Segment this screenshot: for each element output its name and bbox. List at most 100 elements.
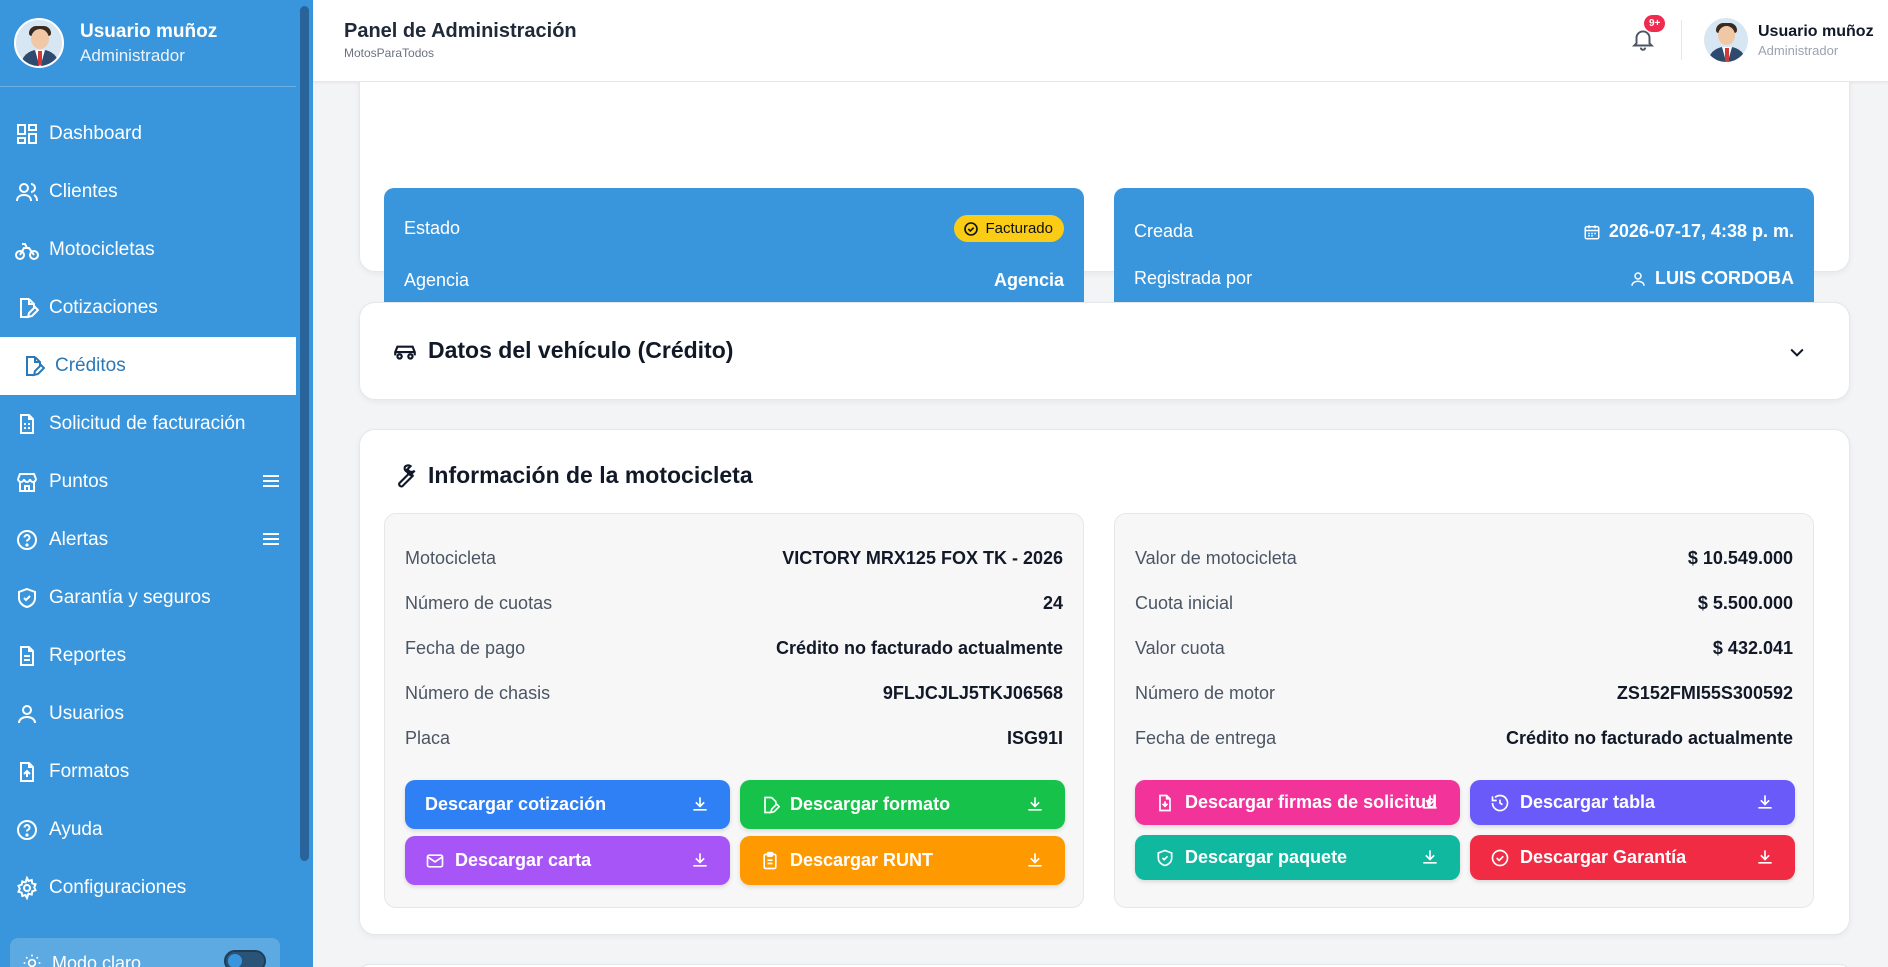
button-label: Descargar cotización bbox=[425, 794, 607, 814]
wrench-icon bbox=[392, 463, 418, 489]
sidebar-item-label: Clientes bbox=[49, 181, 118, 202]
moto-kv-row: Motocicleta VICTORY MRX125 FOX TK - 2026 bbox=[405, 548, 1063, 569]
download-runt-button[interactable]: Descargar RUNT bbox=[740, 836, 1065, 885]
check-circle-icon bbox=[963, 221, 979, 237]
sidebar-item-solicitud-facturacion[interactable]: Solicitud de facturación bbox=[0, 395, 296, 453]
header-avatar[interactable] bbox=[1702, 16, 1750, 64]
button-label: Descargar firmas de solicitud bbox=[1185, 792, 1438, 812]
dashboard-icon bbox=[14, 121, 40, 147]
sidebar-item-label: Cotizaciones bbox=[49, 297, 158, 318]
kv-value: 9FLJCJLJ5TKJ06568 bbox=[882, 683, 1063, 703]
sidebar-user-role: Administrador bbox=[80, 45, 185, 65]
sidebar-item-ayuda[interactable]: Ayuda bbox=[0, 801, 296, 859]
sidebar-item-label: Formatos bbox=[49, 761, 130, 782]
moto-kv-row: Valor de motocicleta $ 10.549.000 bbox=[1135, 548, 1793, 569]
theme-toggle-row[interactable]: Modo claro bbox=[10, 938, 280, 967]
vehicle-section[interactable]: Datos del vehículo (Crédito) bbox=[359, 302, 1850, 400]
download-icon bbox=[1755, 792, 1775, 812]
bike-icon bbox=[14, 237, 40, 263]
sidebar-item-puntos[interactable]: Puntos bbox=[0, 453, 296, 511]
notification-badge: 9+ bbox=[1644, 15, 1666, 32]
sidebar-item-label: Usuarios bbox=[49, 703, 124, 724]
registrada-value: LUIS CORDOBA bbox=[1655, 268, 1794, 288]
creada-label: Creada bbox=[1134, 221, 1194, 241]
sidebar-item-reportes[interactable]: Reportes bbox=[0, 627, 296, 685]
download-carta-button[interactable]: Descargar carta bbox=[405, 836, 730, 885]
kv-label: Placa bbox=[405, 728, 451, 748]
download-icon bbox=[690, 850, 710, 870]
sidebar-scrollbar[interactable] bbox=[300, 6, 309, 861]
button-label: Descargar RUNT bbox=[790, 850, 934, 870]
download-garantia-button[interactable]: Descargar Garantía bbox=[1470, 835, 1795, 880]
sidebar-item-label: Solicitud de facturación bbox=[49, 413, 246, 434]
file-signature-icon bbox=[1155, 793, 1175, 813]
file-upload-icon bbox=[14, 759, 40, 785]
sidebar-item-label: Ayuda bbox=[49, 819, 103, 840]
menu-icon[interactable] bbox=[262, 472, 280, 496]
download-icon bbox=[1025, 850, 1045, 870]
sidebar: Usuario muñoz Administrador Dashboard Cl… bbox=[0, 0, 313, 967]
sidebar-item-cotizaciones[interactable]: Cotizaciones bbox=[0, 279, 296, 337]
sidebar-item-configuraciones[interactable]: Configuraciones bbox=[0, 859, 296, 917]
moto-kv-row: Fecha de pago Crédito no facturado actual… bbox=[405, 638, 1063, 659]
history-icon bbox=[1490, 793, 1510, 813]
vehicle-section-header[interactable]: Datos del vehículo (Crédito) bbox=[392, 337, 733, 364]
help-circle-icon bbox=[14, 527, 40, 553]
kv-label: Motocicleta bbox=[405, 548, 497, 568]
download-cotizacion-button[interactable]: Descargar cotización bbox=[405, 780, 730, 829]
sidebar-item-dashboard[interactable]: Dashboard bbox=[0, 105, 296, 163]
sidebar-item-label: Reportes bbox=[49, 645, 127, 666]
download-icon bbox=[1025, 794, 1045, 814]
file-edit-icon bbox=[14, 295, 40, 321]
kv-value: VICTORY MRX125 FOX TK - 2026 bbox=[782, 548, 1063, 568]
header-divider bbox=[1681, 20, 1682, 60]
theme-label: Modo claro bbox=[52, 952, 142, 967]
sidebar-item-clientes[interactable]: Clientes bbox=[0, 163, 296, 221]
download-firmas-button[interactable]: Descargar firmas de solicitud bbox=[1135, 780, 1460, 825]
download-icon bbox=[1420, 792, 1440, 812]
sidebar-item-garantia[interactable]: Garantía y seguros bbox=[0, 569, 296, 627]
kv-label: Fecha de entrega bbox=[1135, 728, 1277, 748]
menu-icon[interactable] bbox=[262, 530, 280, 554]
kv-label: Cuota inicial bbox=[1135, 593, 1234, 613]
kv-label: Valor de motocicleta bbox=[1135, 548, 1297, 568]
theme-toggle[interactable] bbox=[224, 950, 266, 967]
kv-value: 24 bbox=[1042, 593, 1063, 613]
registrada-label: Registrada por bbox=[1134, 268, 1253, 288]
sidebar-item-formatos[interactable]: Formatos bbox=[0, 743, 296, 801]
page-title: Panel de Administración bbox=[344, 20, 577, 42]
status-badge: Facturado bbox=[954, 215, 1064, 242]
moto-info-section: Información de la motocicleta Motociclet… bbox=[359, 429, 1850, 935]
kv-label: Número de cuotas bbox=[405, 593, 553, 613]
chevron-down-icon[interactable] bbox=[1787, 342, 1807, 367]
kv-value: Crédito no facturado actualmente bbox=[775, 638, 1063, 658]
mail-icon bbox=[425, 851, 445, 871]
check-circle-icon bbox=[1490, 848, 1510, 868]
car-icon bbox=[392, 338, 418, 364]
sidebar-item-label: Garantía y seguros bbox=[49, 587, 211, 608]
kv-label: Valor cuota bbox=[1135, 638, 1225, 658]
button-label: Descargar carta bbox=[455, 850, 592, 870]
download-tabla-button[interactable]: Descargar tabla bbox=[1470, 780, 1795, 825]
estado-label: Estado bbox=[404, 218, 461, 238]
header-user-role: Administrador bbox=[1758, 43, 1839, 58]
kv-value: ZS152FMI55S300592 bbox=[1616, 683, 1793, 703]
agencia-label: Agencia bbox=[404, 270, 470, 290]
sidebar-user-name: Usuario muñoz bbox=[80, 20, 218, 42]
sidebar-item-usuarios[interactable]: Usuarios bbox=[0, 685, 296, 743]
sidebar-item-creditos[interactable]: Créditos bbox=[0, 337, 296, 395]
download-formato-button[interactable]: Descargar formato bbox=[740, 780, 1065, 829]
sidebar-item-alertas[interactable]: Alertas bbox=[0, 511, 296, 569]
file-edit-icon bbox=[20, 353, 46, 379]
agencia-value: Agencia bbox=[993, 270, 1064, 290]
moto-panel-right: Valor de motocicleta $ 10.549.000 Cuota i… bbox=[1114, 513, 1814, 908]
download-paquete-button[interactable]: Descargar paquete bbox=[1135, 835, 1460, 880]
moto-section-title: Información de la motocicleta bbox=[428, 462, 753, 488]
sidebar-nav: Dashboard Clientes Motocicletas Cotizaci… bbox=[0, 105, 296, 917]
shield-icon bbox=[14, 585, 40, 611]
user-icon bbox=[14, 701, 40, 727]
sidebar-item-motocicletas[interactable]: Motocicletas bbox=[0, 221, 296, 279]
invoice-icon bbox=[14, 411, 40, 437]
button-label: Descargar Garantía bbox=[1520, 847, 1687, 867]
creada-value: 2026-07-17, 4:38 p. m. bbox=[1608, 221, 1794, 241]
